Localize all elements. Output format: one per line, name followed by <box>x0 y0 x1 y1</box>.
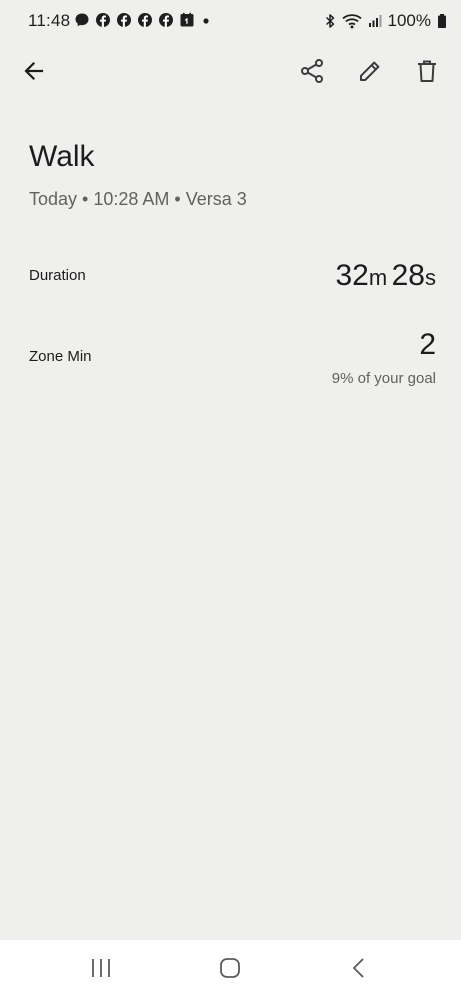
messenger-icon <box>74 12 90 28</box>
system-nav-bar <box>0 940 461 999</box>
app-bar <box>0 48 461 96</box>
duration-value: 32m 28s <box>335 259 436 293</box>
recent-apps-icon <box>90 958 112 983</box>
activity-subtitle: Today • 10:28 AM • Versa 3 <box>29 189 247 209</box>
home-button[interactable] <box>205 950 255 990</box>
back-icon <box>351 957 367 984</box>
zone-min-value: 2 <box>419 328 436 361</box>
duration-seconds-unit: s <box>425 265 436 290</box>
duration-minutes-unit: m <box>368 265 388 290</box>
duration-label: Duration <box>29 267 86 284</box>
home-icon <box>219 957 241 984</box>
status-time: 11:48 <box>28 11 71 30</box>
activity-title: Walk <box>29 140 95 173</box>
system-status: 100% <box>324 11 447 31</box>
battery-percent: 100% <box>387 11 431 30</box>
battery-icon <box>437 13 447 29</box>
zone-min-label: Zone Min <box>29 348 92 365</box>
edit-button[interactable] <box>350 51 390 91</box>
facebook-icon <box>116 12 132 28</box>
share-icon <box>299 58 325 84</box>
zone-min-goal: 9% of your goal <box>331 370 436 387</box>
duration-seconds: 28 <box>391 259 425 292</box>
delete-icon <box>416 59 438 83</box>
delete-button[interactable] <box>407 51 447 91</box>
bluetooth-icon <box>324 13 336 29</box>
facebook-icon <box>95 12 111 28</box>
notification-icons <box>74 12 212 28</box>
wifi-icon <box>341 13 362 29</box>
calendar-icon <box>179 12 195 28</box>
back-button[interactable] <box>14 51 54 91</box>
dot-icon <box>200 12 212 28</box>
duration-minutes: 32 <box>335 259 369 292</box>
recent-apps-button[interactable] <box>76 950 126 990</box>
facebook-icon <box>158 12 174 28</box>
status-bar: 11:48 100% <box>0 0 461 42</box>
nav-back-button[interactable] <box>334 950 384 990</box>
edit-icon <box>358 59 382 83</box>
facebook-icon <box>137 12 153 28</box>
share-button[interactable] <box>292 51 332 91</box>
signal-icon <box>368 13 382 29</box>
back-arrow-icon <box>22 59 46 83</box>
